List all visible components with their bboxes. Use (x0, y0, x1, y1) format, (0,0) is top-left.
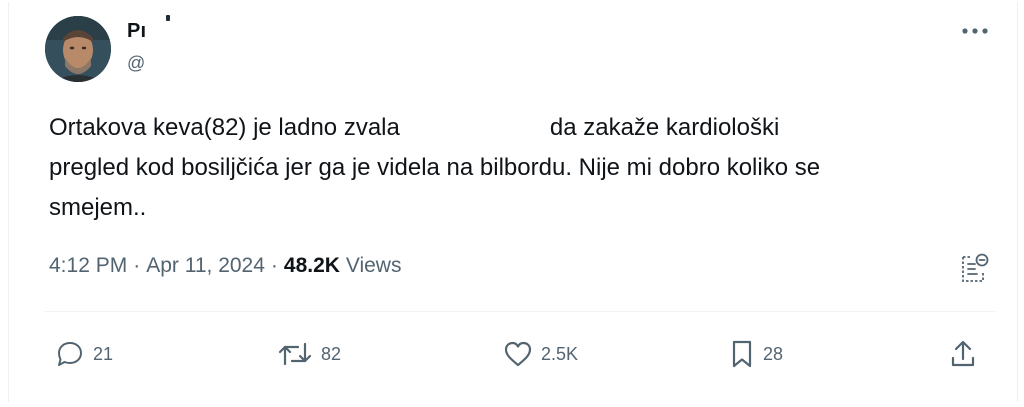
avatar-image (45, 16, 111, 82)
author-handle[interactable]: @ (127, 53, 145, 74)
tweet-text-line-2: pregled kod bosiljčića jer ga je videla … (49, 154, 821, 181)
analytics-button[interactable] (957, 250, 993, 286)
tweet-date[interactable]: Apr 11, 2024 (146, 254, 265, 277)
views-label: Views (345, 254, 402, 277)
heart-icon (504, 341, 532, 367)
tweet-text-line-1: Ortakova keva(82) je ladno zvala da zakaž… (49, 108, 989, 148)
retweet-count: 82 (321, 343, 342, 364)
tweet-text-part: Ortakova keva(82) je ladno zvala (49, 114, 400, 141)
meta-separator: · (133, 254, 141, 277)
tweet-time[interactable]: 4:12 PM (49, 254, 127, 277)
bookmark-button[interactable]: 28 (729, 336, 783, 372)
share-icon (951, 340, 975, 367)
retweet-button[interactable]: 82 (277, 336, 341, 372)
like-count: 2.5K (541, 343, 579, 364)
share-button[interactable] (949, 336, 977, 372)
retweet-icon (278, 342, 312, 366)
reply-button[interactable]: 21 (55, 336, 113, 372)
reply-icon (58, 342, 82, 366)
author-name[interactable]: Pı (127, 20, 146, 43)
tweet-text-part: da zakaže kardiološki (549, 114, 780, 141)
tweet-meta: 4:12 PM · Apr 11, 2024 · 48.2K Views (49, 254, 401, 278)
divider (45, 311, 995, 312)
tweet-card: Pı @ Ortakova keva(82) je ladno zvala da … (8, 2, 1018, 402)
badge-icon (166, 15, 170, 21)
like-button[interactable]: 2.5K (503, 336, 578, 372)
analytics-icon (962, 253, 989, 282)
meta-separator: · (270, 254, 278, 277)
views-count: 48.2K (283, 254, 340, 277)
avatar[interactable] (45, 16, 111, 82)
bookmark-count: 28 (763, 343, 784, 364)
more-horizontal-icon (962, 28, 988, 34)
tweet-text: Ortakova keva(82) je ladno zvala da zakaž… (49, 108, 989, 228)
tweet-text-line-3: smejem.. (49, 194, 147, 221)
bookmark-icon (732, 340, 752, 368)
more-options-button[interactable] (955, 16, 995, 46)
reply-count: 21 (93, 343, 114, 364)
